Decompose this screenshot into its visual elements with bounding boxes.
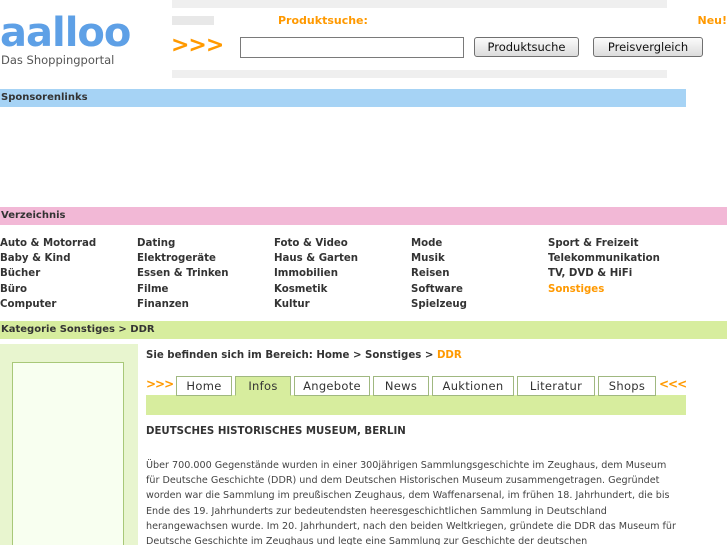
directory-item[interactable]: TV, DVD & HiFi xyxy=(548,266,660,281)
directory-item[interactable]: Auto & Motorrad xyxy=(0,236,96,251)
tab-bar: >>> Home Infos Angebote News Auktionen L… xyxy=(146,376,687,396)
directory-column: Mode Musik Reisen Software Spielzeug xyxy=(411,236,467,312)
directory-item[interactable]: Finanzen xyxy=(137,297,229,312)
directory-column: Auto & Motorrad Baby & Kind Bücher Büro … xyxy=(0,236,96,312)
directory-bar: Verzeichnis xyxy=(0,207,727,225)
tab-home[interactable]: Home xyxy=(176,376,232,396)
directory-item[interactable]: Filme xyxy=(137,282,229,297)
tab-arrows-right-icon: <<< xyxy=(659,377,687,391)
article-line: Deutsche Geschichte im Zeughaus und legt… xyxy=(146,536,588,545)
tab-underbar xyxy=(146,395,686,415)
directory-item[interactable]: Spielzeug xyxy=(411,297,467,312)
article-body: Über 700.000 Gegenstände wurden in einer… xyxy=(146,458,686,545)
directory-item[interactable]: Baby & Kind xyxy=(0,251,96,266)
directory-item[interactable]: Essen & Trinken xyxy=(137,266,229,281)
directory-item[interactable]: Dating xyxy=(137,236,229,251)
directory-item[interactable]: Bücher xyxy=(0,266,96,281)
logo[interactable]: aalloo Das Shoppingportal xyxy=(0,10,160,67)
directory-item[interactable]: Software xyxy=(411,282,467,297)
category-bar: Kategorie Sonstiges > DDR xyxy=(0,321,727,339)
directory-item[interactable]: Reisen xyxy=(411,266,467,281)
directory-item[interactable]: Mode xyxy=(411,236,467,251)
article-line: Über 700.000 Gegenstände wurden in einer… xyxy=(146,460,667,471)
arrows-icon: >>> xyxy=(171,33,224,58)
breadcrumb: Sie befinden sich im Bereich: Home > Son… xyxy=(146,350,462,361)
directory-item[interactable]: Immobilien xyxy=(274,266,358,281)
logo-tagline: Das Shoppingportal xyxy=(1,53,115,67)
search-button[interactable]: Produktsuche xyxy=(474,37,579,57)
article-line: herangewachsen wurde. Im 20. Jahrhundert… xyxy=(146,520,676,532)
directory-item-active[interactable]: Sonstiges xyxy=(548,282,660,297)
new-label[interactable]: Neu! xyxy=(697,14,727,27)
directory-column: Dating Elektrogeräte Essen & Trinken Fil… xyxy=(137,236,229,312)
directory-column: Foto & Video Haus & Garten Immobilien Ko… xyxy=(274,236,358,312)
article-line: für Deutsche Geschichte (DDR) und dem De… xyxy=(146,475,660,487)
logo-mark: aalloo xyxy=(0,10,131,56)
sponsor-bar: Sponsorenlinks xyxy=(0,89,686,107)
directory-item[interactable]: Kultur xyxy=(274,297,358,312)
directory-item[interactable]: Haus & Garten xyxy=(274,251,358,266)
tab-auktionen[interactable]: Auktionen xyxy=(432,376,514,396)
tab-infos[interactable]: Infos xyxy=(235,376,291,396)
article-line: worden war die Sammlung im preußischen Z… xyxy=(146,490,670,502)
article-title: DEUTSCHES HISTORISCHES MUSEUM, BERLIN xyxy=(146,426,406,437)
search-title: Produktsuche: xyxy=(278,14,368,27)
directory-item[interactable]: Computer xyxy=(0,297,96,312)
tab-literatur[interactable]: Literatur xyxy=(517,376,595,396)
breadcrumb-path[interactable]: Sie befinden sich im Bereich: Home > Son… xyxy=(146,350,437,361)
directory-item[interactable]: Sport & Freizeit xyxy=(548,236,660,251)
sidebar-box xyxy=(12,362,124,545)
directory-item[interactable]: Musik xyxy=(411,251,467,266)
tab-shops[interactable]: Shops xyxy=(598,376,656,396)
article-line: Ende des 19. Jahrhunderts zur bedeutends… xyxy=(146,505,607,517)
tab-angebote[interactable]: Angebote xyxy=(294,376,370,396)
directory-item[interactable]: Telekommunikation xyxy=(548,251,660,266)
header-tab-decoration xyxy=(172,16,214,25)
directory-item[interactable]: Kosmetik xyxy=(274,282,358,297)
directory-item[interactable]: Büro xyxy=(0,282,96,297)
directory-item[interactable]: Elektrogeräte xyxy=(137,251,229,266)
tab-news[interactable]: News xyxy=(373,376,429,396)
price-compare-button[interactable]: Preisvergleich xyxy=(593,37,703,57)
directory-column: Sport & Freizeit Telekommunikation TV, D… xyxy=(548,236,660,297)
directory-item[interactable]: Foto & Video xyxy=(274,236,358,251)
tab-arrows-left-icon: >>> xyxy=(146,377,174,391)
breadcrumb-current: DDR xyxy=(436,350,462,361)
search-input[interactable] xyxy=(240,37,464,58)
